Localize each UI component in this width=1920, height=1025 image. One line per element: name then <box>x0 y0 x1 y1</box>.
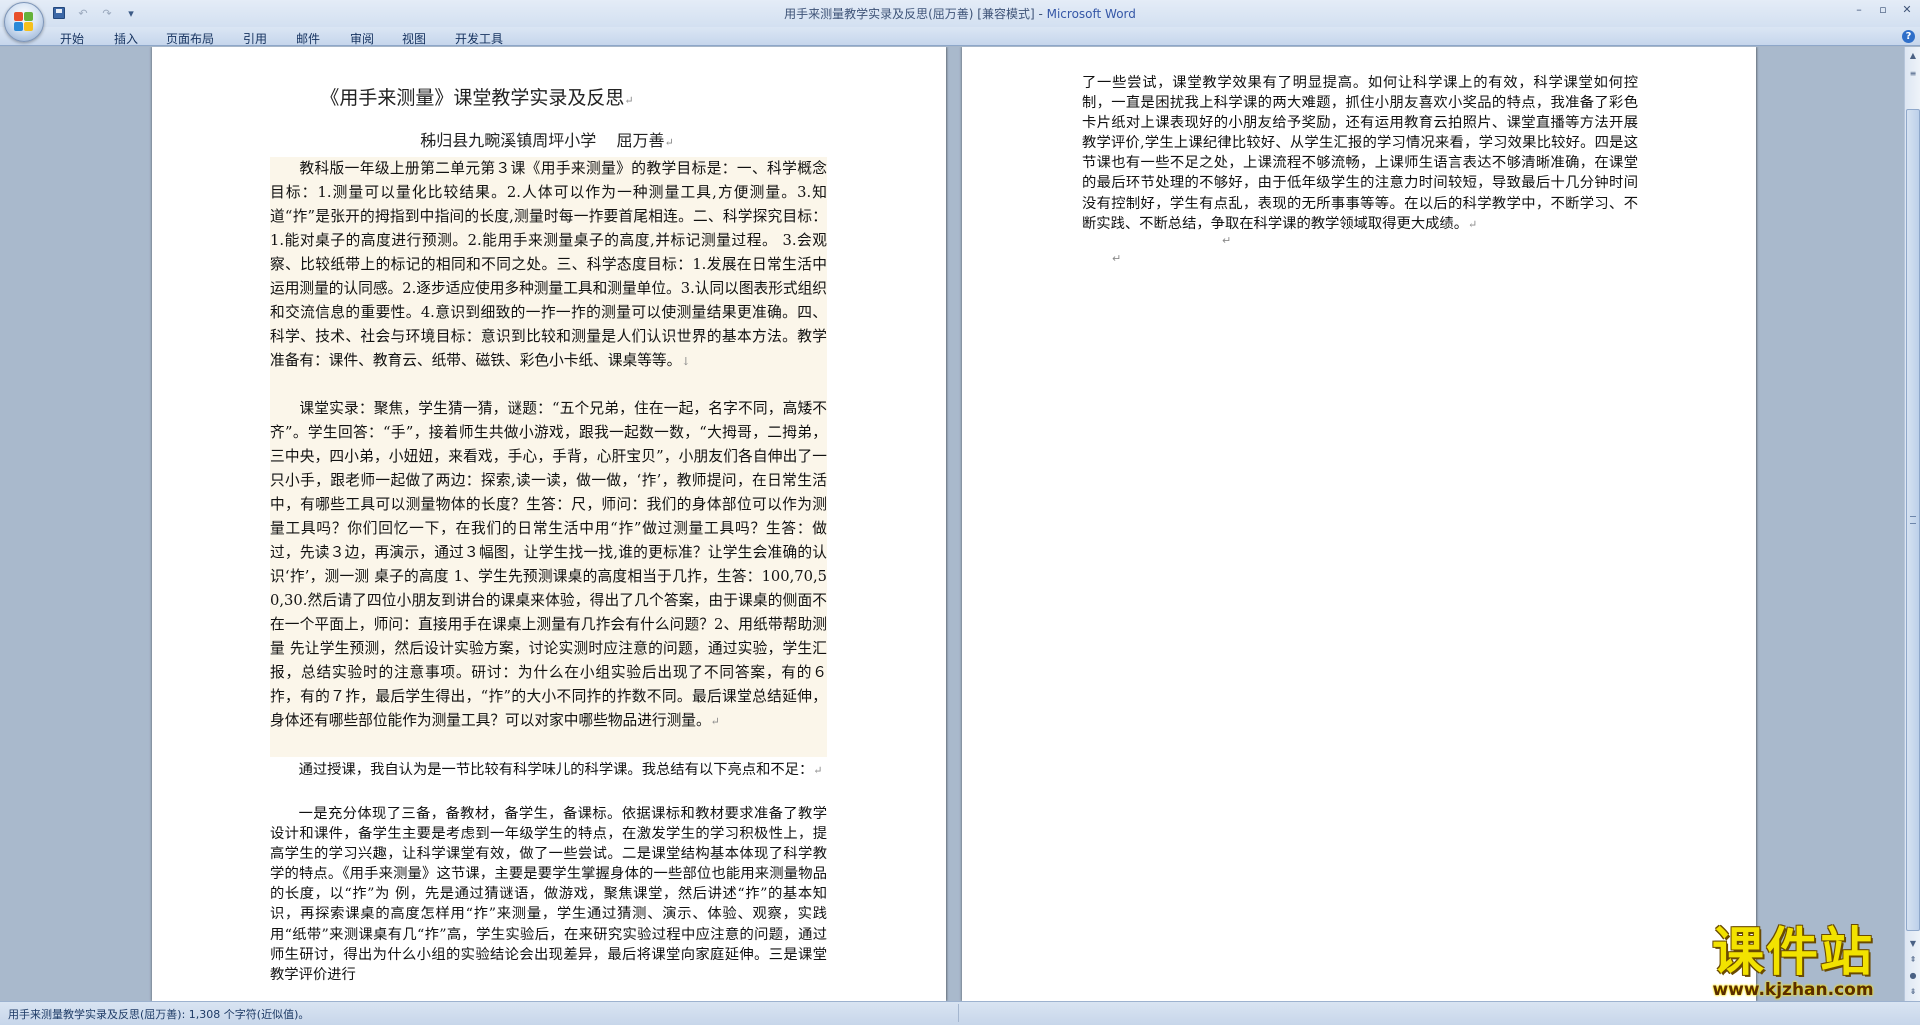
tab-home[interactable]: 开始 <box>60 30 84 47</box>
paragraph-mark: ↵ <box>813 764 823 777</box>
close-button[interactable]: ✕ <box>1900 3 1914 16</box>
document-author-text: 秭归县九畹溪镇周坪小学 屈万善 <box>420 131 665 150</box>
ribbon-tabs: 开始 插入 页面布局 引用 邮件 审阅 视图 开发工具 ? <box>0 27 1920 46</box>
scroll-up-button[interactable]: ▲ <box>1906 49 1920 63</box>
status-separator <box>958 1004 959 1022</box>
paragraph-mark: ↵ <box>710 715 720 728</box>
paragraph-mark: ↵ <box>1082 217 1092 230</box>
document-title-text: 《用手来测量》课堂教学实录及反思 <box>320 87 625 109</box>
document-title[interactable]: 《用手来测量》课堂教学实录及反思↵ <box>230 83 724 110</box>
restore-button[interactable]: ▫ <box>1876 3 1890 16</box>
kjzhan-watermark-logo: 课件站 www.kjzhan.com <box>1668 925 1918 1000</box>
paragraph-text: 一是充分体现了三备，备教材，备学生，备课标。依据课标和教材要求准备了教学设计和课… <box>270 806 827 983</box>
paragraph-text: 了一些尝试，课堂教学效果有了明显提高。如何让科学课上的有效，科学课堂如何控制，一… <box>1082 75 1638 232</box>
document-author[interactable]: 秭归县九畹溪镇周坪小学 屈万善↵ <box>300 127 794 151</box>
tab-mailings[interactable]: 邮件 <box>296 30 320 47</box>
vertical-scrollbar[interactable]: ▲ ≡ ▼ ⇞ ● ⇟ <box>1904 47 1920 1001</box>
minimize-button[interactable]: – <box>1852 3 1866 16</box>
ruler-toggle-icon[interactable]: ≡ <box>1906 67 1920 81</box>
paragraph-reflection[interactable]: 一是充分体现了三备，备教材，备学生，备课标。依据课标和教材要求准备了教学设计和课… <box>270 804 827 999</box>
document-area[interactable]: 《用手来测量》课堂教学实录及反思↵ 秭归县九畹溪镇周坪小学 屈万善↵ 教科版一年… <box>0 47 1904 1001</box>
line-break-mark: ↓ <box>681 355 691 368</box>
paragraph-summary-intro[interactable]: 通过授课，我自认为是一节比较有科学味儿的科学课。我总结有以下亮点和不足：↵ <box>270 758 827 783</box>
document-name: 用手来测量教学实录及反思(屈万善) [兼容模式] - <box>784 7 1047 21</box>
paragraph-mark: ↵ <box>624 94 634 107</box>
title-bar: ↶ ↷ ▾ 用手来测量教学实录及反思(屈万善) [兼容模式] - Microso… <box>0 0 1920 42</box>
paragraph-mark: ↵ <box>1222 234 1232 247</box>
office-logo-icon <box>14 12 34 32</box>
tab-insert[interactable]: 插入 <box>114 30 138 47</box>
tab-view[interactable]: 视图 <box>402 30 426 47</box>
paragraph-objectives[interactable]: 教科版一年级上册第二单元第３课《用手来测量》的教学目标是：一、科学概念目标：1.… <box>270 157 827 397</box>
status-word-count[interactable]: 用手来测量教学实录及反思(屈万善): 1,308 个字符(近似值)。 <box>8 1006 309 1022</box>
window-controls: – ▫ ✕ <box>1852 3 1914 16</box>
paragraph-mark: ↵ <box>1468 217 1478 231</box>
paragraph-mark: ↵ <box>664 136 674 149</box>
page-2-text[interactable]: 了一些尝试，课堂教学效果有了明显提高。如何让科学课上的有效，科学课堂如何控制，一… <box>1082 73 1638 235</box>
watermark-main-text: 课件站 <box>1711 923 1874 983</box>
tab-developer[interactable]: 开发工具 <box>455 30 503 47</box>
help-icon[interactable]: ? <box>1902 30 1915 43</box>
paragraph-text: 通过授课，我自认为是一节比较有科学味儿的科学课。我总结有以下亮点和不足： <box>298 762 814 778</box>
tab-references[interactable]: 引用 <box>243 30 267 47</box>
office-button[interactable] <box>4 2 44 42</box>
scroll-grip-icon <box>1910 516 1916 524</box>
paragraph-mark: ↵ <box>1112 252 1122 265</box>
tab-review[interactable]: 审阅 <box>350 30 374 47</box>
paragraph-text: 课堂实录：聚焦，学生猜一猜，谜题：“五个兄弟，住在一起，名字不同，高矮不齐”。学… <box>270 400 827 729</box>
paragraph-text: 教科版一年级上册第二单元第３课《用手来测量》的教学目标是：一、科学概念目标：1.… <box>270 160 827 369</box>
tab-page-layout[interactable]: 页面布局 <box>166 30 214 47</box>
app-name: Microsoft Word <box>1046 7 1136 21</box>
watermark-url-text: www.kjzhan.com <box>1712 980 1874 1000</box>
status-bar: 用手来测量教学实录及反思(屈万善): 1,308 个字符(近似值)。 <box>0 1001 1920 1025</box>
paragraph-classroom-record[interactable]: 课堂实录：聚焦，学生猜一猜，谜题：“五个兄弟，住在一起，名字不同，高矮不齐”。学… <box>270 397 827 757</box>
window-title: 用手来测量教学实录及反思(屈万善) [兼容模式] - Microsoft Wor… <box>0 5 1920 22</box>
scroll-thumb[interactable] <box>1906 109 1920 931</box>
